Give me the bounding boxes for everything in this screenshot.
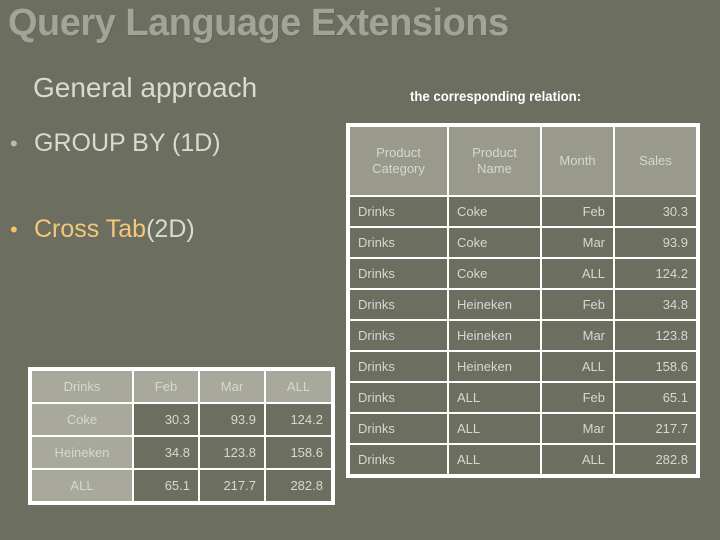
relation-cell-category: Drinks [350, 259, 447, 288]
crosstab-header-mar: Mar [200, 371, 264, 402]
relation-cell-month: Feb [542, 290, 613, 319]
bullet-cross-tab: • Cross Tab (2D) [10, 215, 195, 244]
relation-cell-category: Drinks [350, 228, 447, 257]
header-line: Category [372, 161, 425, 176]
relation-cell-month: ALL [542, 259, 613, 288]
crosstab-cell: 217.7 [200, 470, 264, 501]
relation-cell-category: Drinks [350, 290, 447, 319]
crosstab-header-feb: Feb [134, 371, 198, 402]
relation-cell-sales: 34.8 [615, 290, 696, 319]
crosstab-table: Drinks Feb Mar ALL Coke 30.3 93.9 124.2 … [28, 367, 335, 505]
relation-cell-category: Drinks [350, 321, 447, 350]
relation-header-product-category: Product Category [350, 127, 447, 195]
relation-header-product-name: Product Name [449, 127, 540, 195]
relation-cell-month: ALL [542, 445, 613, 474]
relation-cell-sales: 124.2 [615, 259, 696, 288]
crosstab-cell: 282.8 [266, 470, 331, 501]
relation-cell-name: ALL [449, 414, 540, 443]
bullet-cross-tab-label: (2D) [146, 215, 195, 243]
table-row: Drinks Coke Feb 30.3 [350, 197, 696, 226]
relation-table: Product Category Product Name Month Sale… [346, 123, 700, 478]
relation-cell-sales: 65.1 [615, 383, 696, 412]
header-line: Product [472, 144, 517, 160]
relation-cell-sales: 158.6 [615, 352, 696, 381]
header-line: Sales [639, 152, 672, 168]
relation-cell-month: Mar [542, 414, 613, 443]
relation-cell-sales: 123.8 [615, 321, 696, 350]
relation-cell-name: ALL [449, 383, 540, 412]
relation-header-sales: Sales [615, 127, 696, 195]
relation-cell-name: Heineken [449, 321, 540, 350]
crosstab-row-label: Coke [32, 404, 132, 435]
relation-cell-month: Feb [542, 197, 613, 226]
relation-cell-name: Heineken [449, 290, 540, 319]
relation-cell-month: Feb [542, 383, 613, 412]
crosstab-header-drinks: Drinks [32, 371, 132, 402]
relation-cell-month: Mar [542, 228, 613, 257]
table-row: Drinks Heineken Feb 34.8 [350, 290, 696, 319]
table-row: Heineken 34.8 123.8 158.6 [32, 437, 331, 468]
table-row: ALL 65.1 217.7 282.8 [32, 470, 331, 501]
relation-cell-month: Mar [542, 321, 613, 350]
table-row: Drinks Coke Mar 93.9 [350, 228, 696, 257]
bullet-marker-icon: • [10, 217, 18, 242]
bullet-cross-tab-accent-label: Cross Tab [34, 215, 147, 243]
relation-caption: the corresponding relation: [410, 88, 582, 104]
table-header-row: Drinks Feb Mar ALL [32, 371, 331, 402]
table-row: Drinks Coke ALL 124.2 [350, 259, 696, 288]
table-row: Drinks Heineken Mar 123.8 [350, 321, 696, 350]
header-line: Name [477, 161, 512, 176]
section-heading: General approach [33, 72, 258, 103]
table-row: Drinks ALL ALL 282.8 [350, 445, 696, 474]
bullet-group-by: • GROUP BY (1D) [10, 129, 221, 158]
crosstab-cell: 124.2 [266, 404, 331, 435]
table-row: Drinks Heineken ALL 158.6 [350, 352, 696, 381]
crosstab-cell: 123.8 [200, 437, 264, 468]
header-line: Month [559, 152, 596, 168]
relation-cell-category: Drinks [350, 445, 447, 474]
crosstab-cell: 65.1 [134, 470, 198, 501]
relation-cell-name: Heineken [449, 352, 540, 381]
crosstab-cell: 93.9 [200, 404, 264, 435]
crosstab-cell: 158.6 [266, 437, 331, 468]
bullet-marker-icon: • [10, 131, 18, 156]
header-line: Product [376, 144, 421, 160]
relation-cell-category: Drinks [350, 352, 447, 381]
relation-header-month: Month [542, 127, 613, 195]
crosstab-header-all: ALL [266, 371, 331, 402]
relation-cell-sales: 282.8 [615, 445, 696, 474]
bullet-group-by-label: GROUP BY (1D) [34, 129, 221, 157]
page-title: Query Language Extensions [8, 2, 509, 44]
crosstab-cell: 34.8 [134, 437, 198, 468]
crosstab-row-label: Heineken [32, 437, 132, 468]
table-row: Coke 30.3 93.9 124.2 [32, 404, 331, 435]
relation-cell-name: Coke [449, 228, 540, 257]
relation-cell-category: Drinks [350, 383, 447, 412]
relation-cell-name: Coke [449, 259, 540, 288]
relation-cell-sales: 217.7 [615, 414, 696, 443]
relation-cell-sales: 30.3 [615, 197, 696, 226]
crosstab-cell: 30.3 [134, 404, 198, 435]
table-header-row: Product Category Product Name Month Sale… [350, 127, 696, 195]
table-row: Drinks ALL Mar 217.7 [350, 414, 696, 443]
relation-cell-sales: 93.9 [615, 228, 696, 257]
relation-cell-name: ALL [449, 445, 540, 474]
relation-cell-month: ALL [542, 352, 613, 381]
crosstab-row-label: ALL [32, 470, 132, 501]
table-row: Drinks ALL Feb 65.1 [350, 383, 696, 412]
relation-cell-category: Drinks [350, 197, 447, 226]
relation-cell-name: Coke [449, 197, 540, 226]
relation-cell-category: Drinks [350, 414, 447, 443]
